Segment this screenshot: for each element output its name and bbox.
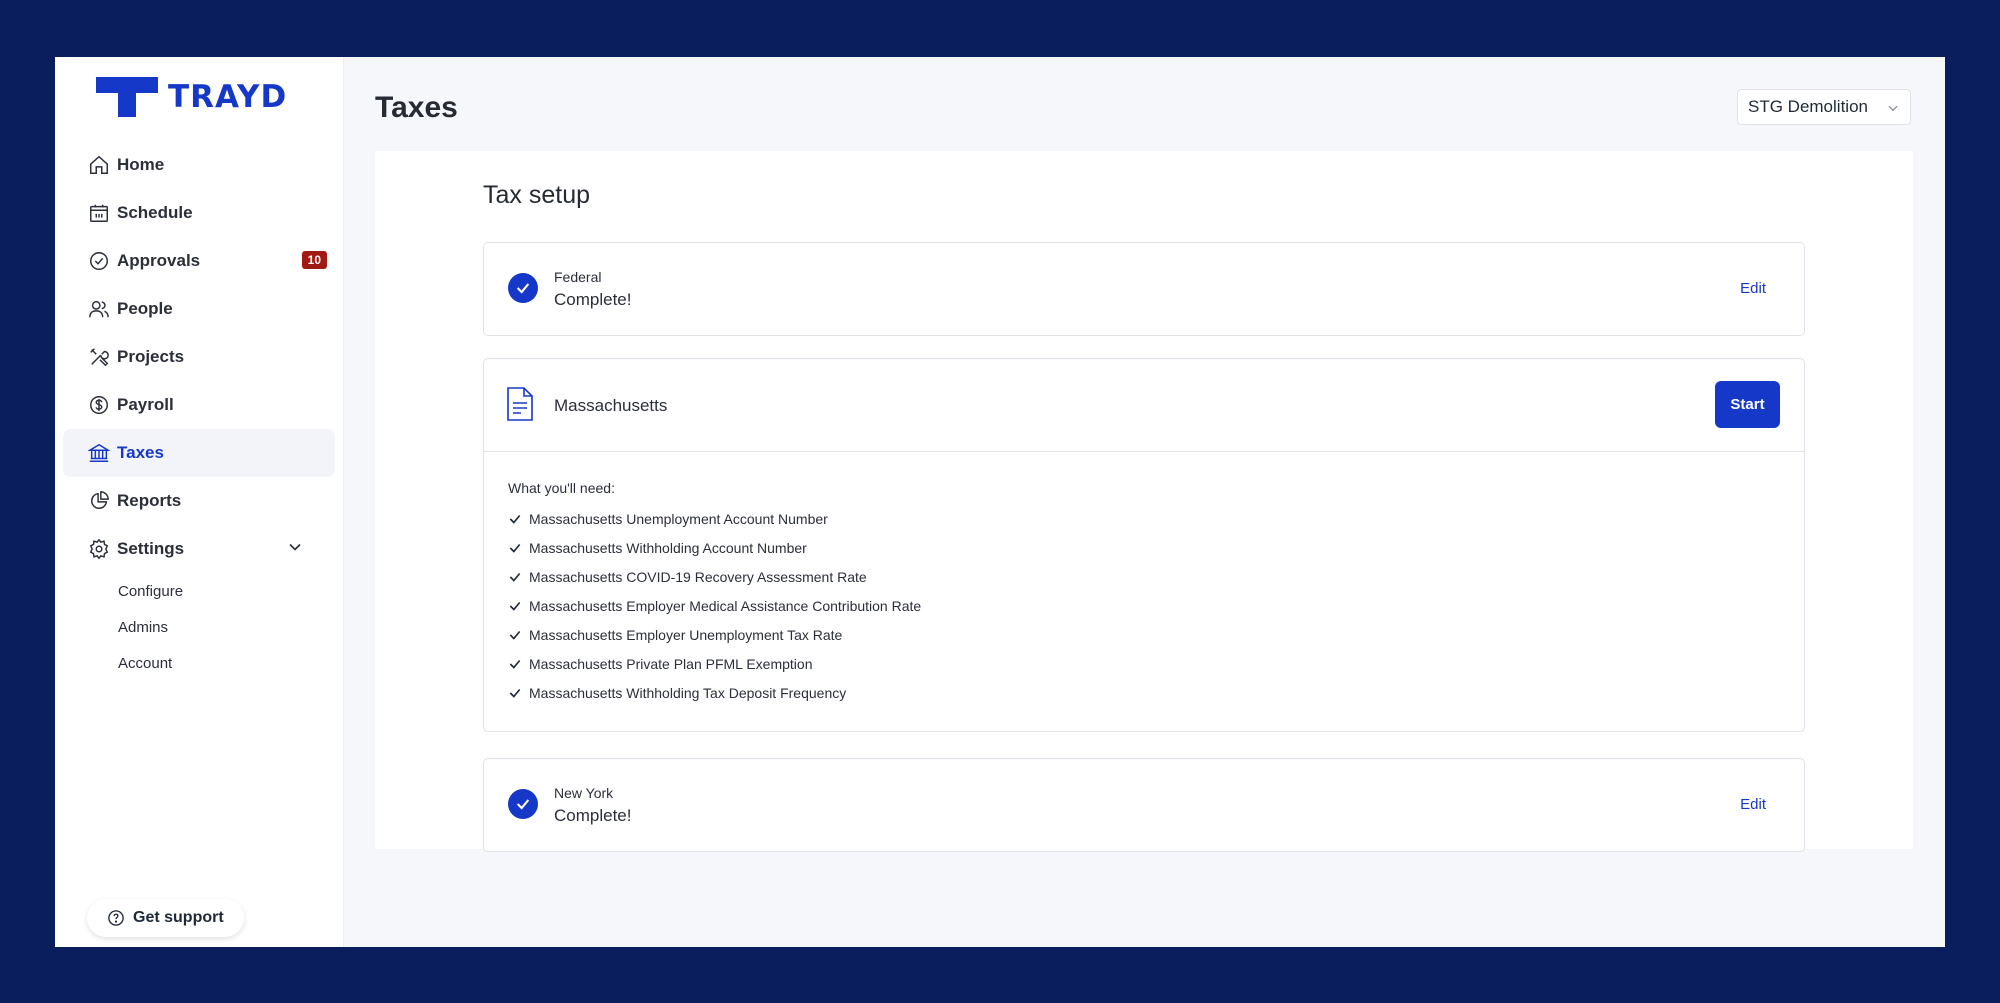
gear-icon [87,537,111,561]
sidebar-item-label: Settings [117,539,185,558]
massachusetts-tax-card: Massachusetts Start What you'll need: Ma… [483,358,1805,732]
trayd-logo-icon [96,77,158,117]
home-icon [87,153,111,177]
checkmark-icon [509,630,521,640]
sidebar-nav: Home Schedule Approvals 10 People Projec… [63,141,335,681]
federal-label: Federal [554,269,602,285]
checkmark-icon [509,514,521,524]
help-circle-icon [108,910,124,926]
chevron-down-icon[interactable] [285,537,305,562]
sidebar-item-label: Projects [117,347,185,366]
check-complete-icon [508,789,538,819]
requirements-list: What you'll need: Massachusetts Unemploy… [484,452,1804,731]
federal-tax-card: Federal Complete! Edit [483,242,1805,336]
organization-select-value: STG Demolition [1748,97,1868,116]
dollar-icon [87,393,111,417]
sidebar-item-label: Payroll [117,395,174,414]
sidebar-item-label: Schedule [117,203,193,222]
requirements-title: What you'll need: [508,480,615,496]
get-support-label: Get support [133,909,224,926]
requirement-text: Massachusetts Employer Medical Assistanc… [529,597,922,614]
massachusetts-start-button[interactable]: Start [1715,381,1780,428]
new-york-edit-link[interactable]: Edit [1740,796,1766,813]
sidebar-item-payroll[interactable]: Payroll [63,381,335,429]
sidebar-item-people[interactable]: People [63,285,335,333]
sidebar-item-home[interactable]: Home [63,141,335,189]
people-icon [87,297,111,321]
checkmark-icon [509,543,521,553]
list-item: Massachusetts Withholding Account Number [508,533,1780,562]
sidebar-item-label: Reports [117,491,182,510]
organization-select[interactable]: STG Demolition [1737,89,1911,125]
list-item: Massachusetts Employer Medical Assistanc… [508,591,1780,620]
sidebar-item-label: Approvals [117,251,201,270]
list-item: Massachusetts Withholding Tax Deposit Fr… [508,678,1780,707]
approvals-count-badge: 10 [301,251,327,269]
chevron-down-icon [1886,101,1900,120]
federal-edit-link[interactable]: Edit [1740,280,1766,297]
requirement-text: Massachusetts Withholding Account Number [529,539,807,556]
requirement-text: Massachusetts Unemployment Account Numbe… [529,510,828,527]
federal-status: Complete! [554,290,632,309]
sidebar-item-label: Home [117,155,165,174]
sidebar-item-schedule[interactable]: Schedule [63,189,335,237]
brand-name: TRAYD [168,79,288,115]
new-york-label: New York [554,785,614,801]
checkmark-icon [509,572,521,582]
sidebar-item-label: People [117,299,173,318]
list-item: Massachusetts Employer Unemployment Tax … [508,620,1780,649]
sidebar-item-settings[interactable]: Settings [63,525,335,573]
bank-icon [87,441,111,465]
settings-subnav: Configure Admins Account [63,573,335,681]
document-icon [506,387,534,426]
sidebar-subitem-account[interactable]: Account [118,645,335,681]
requirement-text: Massachusetts Employer Unemployment Tax … [529,626,843,643]
sidebar-item-approvals[interactable]: Approvals 10 [63,237,335,285]
pie-chart-icon [87,489,111,513]
tools-icon [87,345,111,369]
check-complete-icon [508,273,538,303]
trayd-logo[interactable]: TRAYD [96,77,287,117]
tax-setup-title: Tax setup [483,181,591,209]
tax-setup-panel: Tax setup Federal Complete! Edit Massach… [375,151,1913,852]
sidebar-subitem-configure[interactable]: Configure [118,573,335,609]
requirement-text: Massachusetts Withholding Tax Deposit Fr… [529,684,847,701]
sidebar-item-reports[interactable]: Reports [63,477,335,525]
sidebar-item-taxes[interactable]: Taxes [63,429,335,477]
sidebar: TRAYD Home Schedule Approvals 10 People … [55,57,344,947]
checkmark-icon [509,659,521,669]
list-item: Massachusetts Unemployment Account Numbe… [508,504,1780,533]
new-york-status: Complete! [554,806,632,825]
requirement-text: Massachusetts COVID-19 Recovery Assessme… [529,568,867,585]
checkmark-icon [509,601,521,611]
calendar-icon [87,201,111,225]
page-title: Taxes [375,91,458,124]
requirement-text: Massachusetts Private Plan PFML Exemptio… [529,655,813,672]
app-window: TRAYD Home Schedule Approvals 10 People … [55,57,1945,947]
get-support-button[interactable]: Get support [87,899,244,937]
massachusetts-label: Massachusetts [554,396,668,415]
new-york-tax-card: New York Complete! Edit [483,758,1805,852]
check-circle-icon [87,249,111,273]
list-item: Massachusetts COVID-19 Recovery Assessme… [508,562,1780,591]
list-item: Massachusetts Private Plan PFML Exemptio… [508,649,1780,678]
sidebar-item-projects[interactable]: Projects [63,333,335,381]
checkmark-icon [509,688,521,698]
sidebar-subitem-admins[interactable]: Admins [118,609,335,645]
sidebar-item-label: Taxes [117,443,164,462]
